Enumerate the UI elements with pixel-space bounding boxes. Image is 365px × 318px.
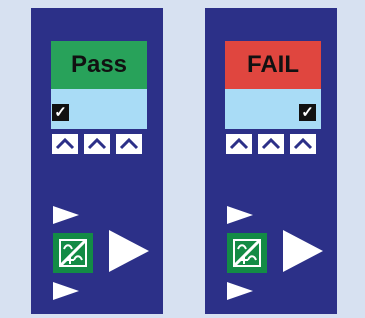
check-mark-right: ✓ — [301, 104, 314, 121]
chevron-up-icon — [229, 138, 249, 150]
right-panel: FAIL ✓ — [205, 8, 337, 314]
up-arrow-button[interactable] — [226, 134, 252, 154]
arrow-controls-left — [52, 134, 148, 154]
arrow-controls-right — [226, 134, 322, 154]
chevron-up-icon — [261, 138, 281, 150]
status-text-fail: FAIL — [247, 51, 299, 78]
check-left[interactable]: ✓ — [52, 104, 69, 121]
up-arrow-button[interactable] — [258, 134, 284, 154]
up-arrow-button[interactable] — [84, 134, 110, 154]
up-arrow-button[interactable] — [116, 134, 142, 154]
up-arrow-button[interactable] — [52, 134, 78, 154]
small-arrow-icon — [53, 206, 79, 224]
left-panel: Pass ✓ — [31, 8, 163, 314]
fail-status: FAIL — [225, 41, 321, 89]
small-arrow-icon — [227, 206, 253, 224]
status-text-pass: Pass — [70, 51, 128, 78]
chevron-up-icon — [55, 138, 75, 150]
pass-status: Pass — [51, 41, 147, 89]
large-arrow-icon[interactable] — [109, 230, 149, 272]
chevron-up-icon — [87, 138, 107, 150]
chevron-up-icon — [119, 138, 139, 150]
measurement-icon — [232, 238, 262, 268]
measurement-icon — [58, 238, 88, 268]
measurement-icon[interactable] — [53, 233, 93, 273]
check-mark-left: ✓ — [54, 104, 67, 121]
large-arrow-icon[interactable] — [283, 230, 323, 272]
check-right[interactable]: ✓ — [299, 104, 316, 121]
workspace: Pass ✓ FAIL ✓ — [0, 0, 365, 318]
chevron-up-icon — [293, 138, 313, 150]
measurement-icon[interactable] — [227, 233, 267, 273]
small-arrow-icon — [53, 282, 79, 300]
up-arrow-button[interactable] — [290, 134, 316, 154]
small-arrow-icon — [227, 282, 253, 300]
